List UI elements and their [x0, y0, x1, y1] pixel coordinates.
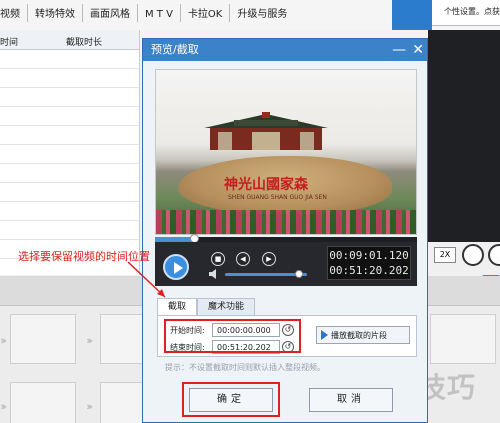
- time-display: 00:09:01.120 00:51:20.202: [327, 246, 411, 280]
- total-time: 00:51:20.202: [329, 264, 409, 277]
- menu-item-style[interactable]: 画面风格: [83, 4, 138, 22]
- dialog-title: 预览/截取: [143, 39, 427, 61]
- table-row[interactable]: [0, 183, 139, 202]
- chevron-right-icon: ›››: [0, 400, 7, 413]
- timeline-thumbnail[interactable]: [10, 382, 76, 423]
- table-row[interactable]: [0, 164, 139, 183]
- menu-item-mtv[interactable]: M T V: [138, 4, 181, 22]
- play-segment-label: 播放截取的片段: [331, 330, 387, 340]
- volume-handle[interactable]: [294, 270, 303, 278]
- col-header-duration: 截取时长: [66, 38, 103, 48]
- app-header-strip: [392, 0, 432, 30]
- play-icon[interactable]: [163, 254, 189, 280]
- menu-item-video[interactable]: 视频: [0, 4, 28, 22]
- main-play-icon[interactable]: [462, 244, 484, 266]
- dialog-window-controls: — ✕: [389, 39, 427, 61]
- col-header-time: 时间: [0, 38, 19, 48]
- tab-crop[interactable]: 截取: [157, 298, 198, 315]
- minimize-icon[interactable]: —: [392, 42, 406, 58]
- app-menubar: 视频 转场特效 画面风格 M T V 卡拉OK 升级与服务: [0, 4, 294, 26]
- dialog-tabs: 截取 魔术功能: [157, 298, 256, 315]
- time-fields-highlight: [164, 319, 301, 353]
- video-preview: 神光山國家森 SHEN GUANG SHAN GUO JIA SEN: [155, 69, 417, 235]
- current-time: 00:09:01.120: [329, 249, 409, 262]
- video-frame-image: 神光山國家森 SHEN GUANG SHAN GUO JIA SEN: [156, 70, 416, 234]
- close-icon[interactable]: ✕: [412, 42, 424, 58]
- table-row[interactable]: [0, 202, 139, 221]
- speed-button[interactable]: 2X: [434, 247, 456, 263]
- play-segment-icon: [321, 330, 328, 340]
- flower-bed: [156, 210, 416, 234]
- confirm-button-highlight: [182, 382, 280, 417]
- timeline-thumbnail[interactable]: [430, 314, 496, 364]
- chevron-right-icon: ›››: [0, 334, 7, 347]
- archway-image: [204, 112, 328, 150]
- table-row[interactable]: [0, 50, 139, 69]
- table-row[interactable]: [0, 145, 139, 164]
- hint-text: 提示：不设置截取时间则默认插入整段视频。: [165, 363, 325, 372]
- cancel-button[interactable]: 取消: [309, 388, 393, 412]
- menu-item-upgrade[interactable]: 升级与服务: [230, 4, 294, 22]
- timeline-thumbnail[interactable]: [10, 314, 76, 364]
- volume-icon[interactable]: [209, 269, 221, 279]
- settings-tooltip: 个性设置。点获: [432, 0, 500, 26]
- step-forward-icon[interactable]: ▶: [262, 252, 276, 266]
- clip-table-header: 时间 截取时长: [0, 30, 139, 50]
- volume-slider[interactable]: [225, 270, 307, 278]
- table-row[interactable]: [0, 126, 139, 145]
- table-row[interactable]: [0, 69, 139, 88]
- clip-table: 时间 截取时长: [0, 30, 140, 275]
- chevron-right-icon: ›››: [86, 400, 93, 413]
- chevron-right-icon: ›››: [86, 334, 93, 347]
- menu-item-transition[interactable]: 转场特效: [28, 4, 83, 22]
- table-row[interactable]: [0, 221, 139, 240]
- table-row[interactable]: [0, 107, 139, 126]
- stop-icon[interactable]: ■: [211, 252, 225, 266]
- sign-subtext: SHEN GUANG SHAN GUO JIA SEN: [228, 194, 327, 201]
- sign-text: 神光山國家森: [224, 177, 308, 193]
- tab-magic[interactable]: 魔术功能: [197, 298, 256, 315]
- table-row[interactable]: [0, 88, 139, 107]
- play-segment-button[interactable]: 播放截取的片段: [316, 326, 410, 344]
- annotation-text: 选择要保留视频的时间位置: [18, 250, 150, 263]
- screen: 视频 转场特效 画面风格 M T V 卡拉OK 升级与服务 个性设置。点获 时间…: [0, 0, 500, 423]
- player-controls: ■ ◀ ▶ 00:09:01.120 00:51:20.202: [155, 242, 417, 286]
- preview-crop-dialog: 预览/截取 — ✕ 神光山國家森 SHEN GUANG SHAN GUO JIA…: [142, 38, 428, 423]
- menu-item-karaoke[interactable]: 卡拉OK: [181, 4, 231, 22]
- step-back-icon[interactable]: ◀: [236, 252, 250, 266]
